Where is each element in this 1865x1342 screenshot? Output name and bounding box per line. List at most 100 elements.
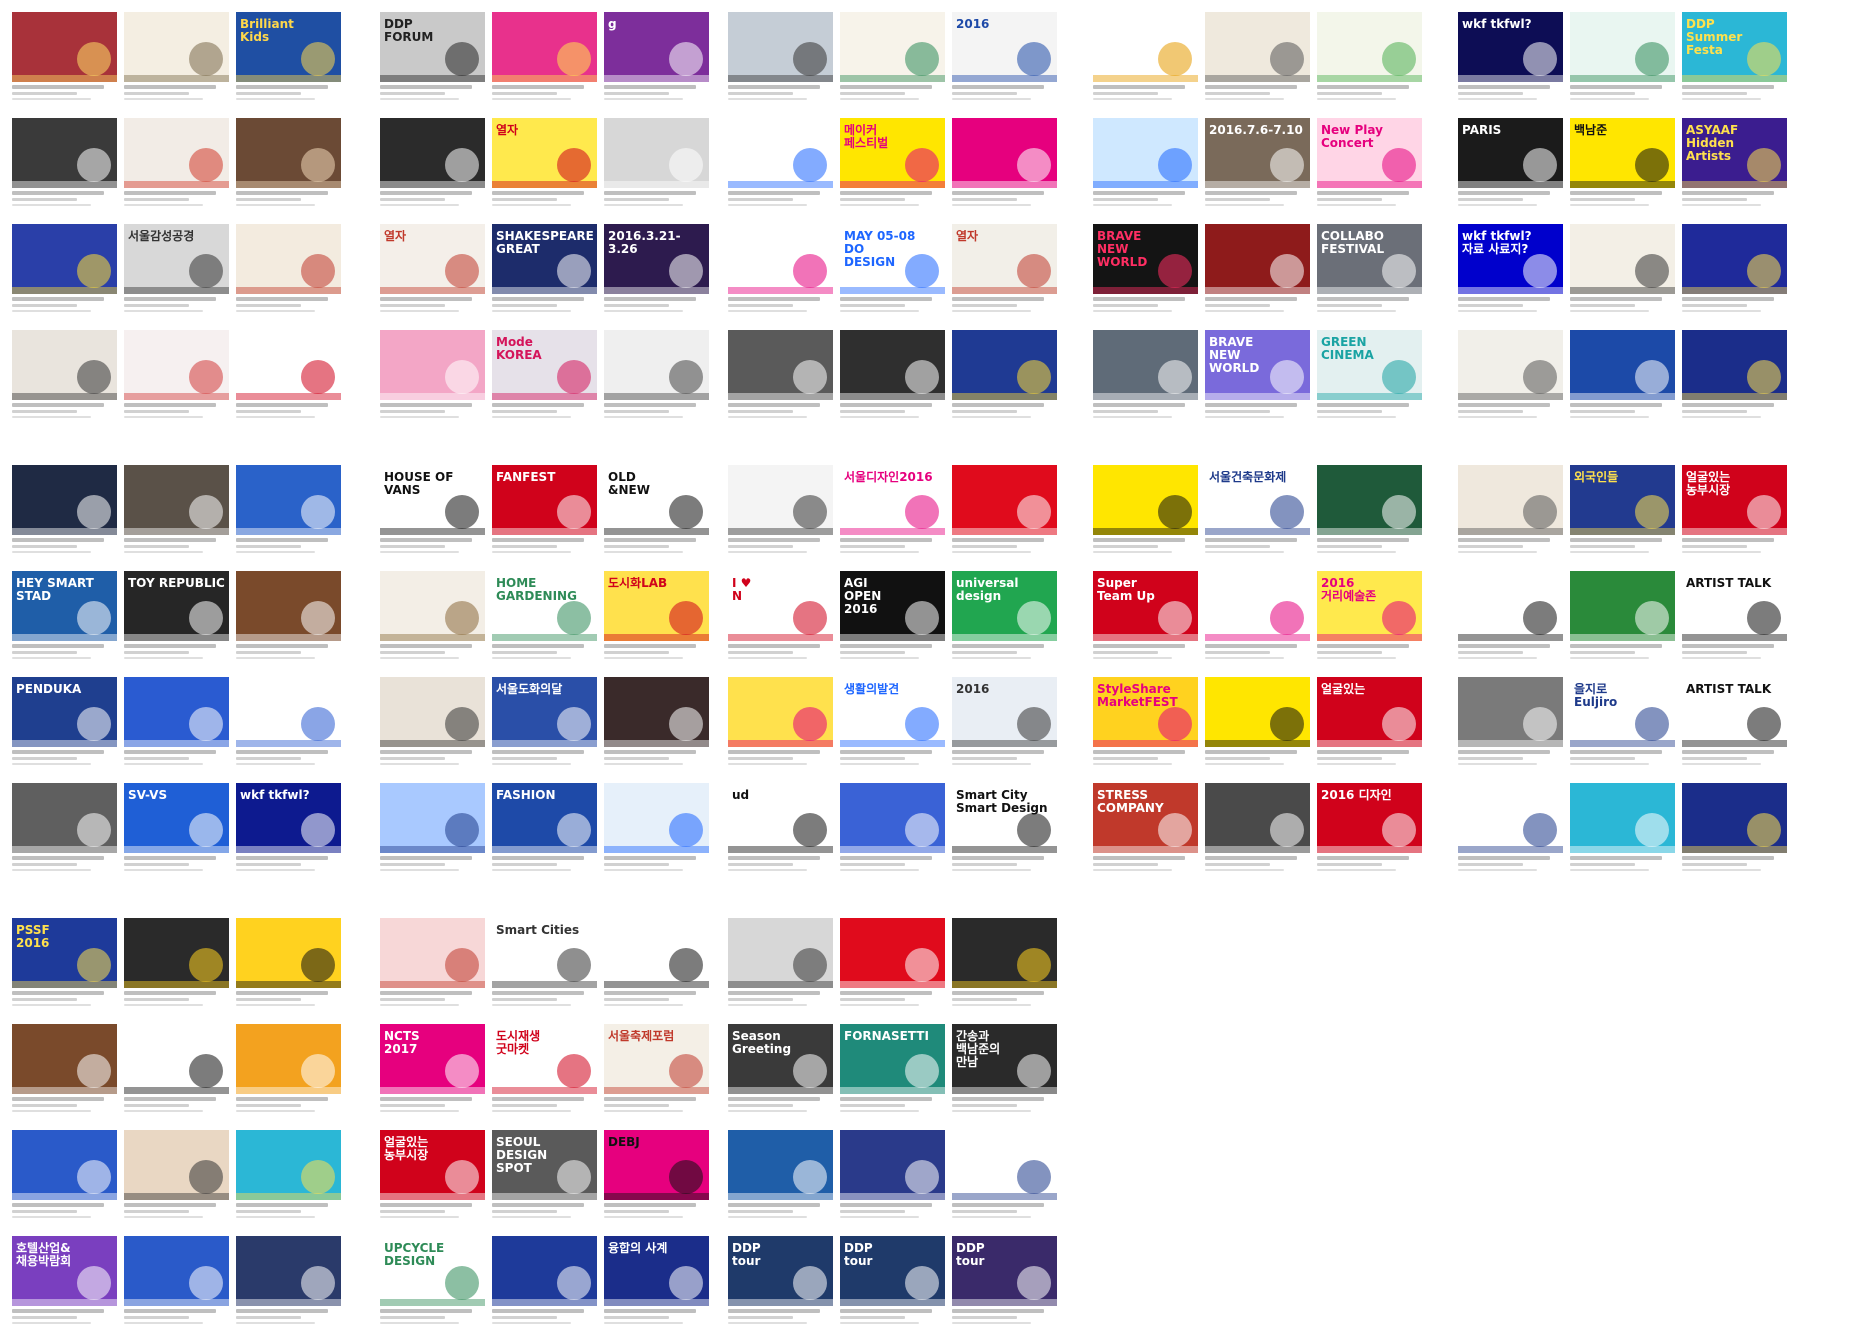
poster-image[interactable] — [124, 1130, 229, 1200]
poster-image[interactable]: 2016 디자인 — [1317, 783, 1422, 853]
poster-thumbnail[interactable]: HEY SMART STAD — [12, 571, 117, 677]
poster-image[interactable] — [728, 918, 833, 988]
poster-thumbnail[interactable] — [124, 677, 229, 783]
poster-thumbnail[interactable]: 얼굴있는 — [1317, 677, 1422, 783]
poster-image[interactable]: PSSF 2016 — [12, 918, 117, 988]
poster-image[interactable] — [840, 330, 945, 400]
poster-image[interactable] — [1570, 12, 1675, 82]
poster-image[interactable]: TOY REPUBLIC — [124, 571, 229, 641]
poster-thumbnail[interactable] — [728, 1130, 833, 1236]
poster-image[interactable] — [236, 1130, 341, 1200]
poster-image[interactable] — [952, 330, 1057, 400]
poster-image[interactable] — [12, 1130, 117, 1200]
poster-image[interactable] — [1205, 224, 1310, 294]
poster-image[interactable]: UPCYCLE DESIGN — [380, 1236, 485, 1306]
poster-thumbnail[interactable]: Smart Cities — [492, 918, 597, 1024]
poster-thumbnail[interactable]: 서울도화의달 — [492, 677, 597, 783]
poster-image[interactable] — [1570, 330, 1675, 400]
poster-thumbnail[interactable]: DEBJ — [604, 1130, 709, 1236]
poster-thumbnail[interactable] — [124, 12, 229, 118]
poster-thumbnail[interactable] — [840, 918, 945, 1024]
poster-thumbnail[interactable]: 2016 — [952, 12, 1057, 118]
poster-image[interactable] — [1205, 677, 1310, 747]
poster-image[interactable]: 간송과 백남준의 만남 — [952, 1024, 1057, 1094]
poster-image[interactable]: g — [604, 12, 709, 82]
poster-image[interactable] — [236, 571, 341, 641]
poster-thumbnail[interactable]: 메이커 페스티벌 — [840, 118, 945, 224]
poster-image[interactable] — [124, 1024, 229, 1094]
poster-image[interactable]: DDP FORUM — [380, 12, 485, 82]
poster-thumbnail[interactable]: 백남준 — [1570, 118, 1675, 224]
poster-image[interactable]: 외국인들 — [1570, 465, 1675, 535]
poster-thumbnail[interactable]: COLLABO FESTIVAL — [1317, 224, 1422, 330]
poster-image[interactable] — [124, 1236, 229, 1306]
poster-thumbnail[interactable]: Mode KOREA — [492, 330, 597, 436]
poster-image[interactable] — [12, 12, 117, 82]
poster-thumbnail[interactable] — [236, 330, 341, 436]
poster-thumbnail[interactable]: 얼굴있는 농부시장 — [1682, 465, 1787, 571]
poster-thumbnail[interactable] — [1317, 465, 1422, 571]
poster-thumbnail[interactable] — [12, 224, 117, 330]
poster-image[interactable] — [728, 12, 833, 82]
poster-thumbnail[interactable]: I ♥ N — [728, 571, 833, 677]
poster-image[interactable]: DEBJ — [604, 1130, 709, 1200]
poster-image[interactable] — [604, 783, 709, 853]
poster-thumbnail[interactable]: HOME GARDENING — [492, 571, 597, 677]
poster-image[interactable] — [124, 918, 229, 988]
poster-thumbnail[interactable]: OLD &NEW — [604, 465, 709, 571]
poster-thumbnail[interactable] — [236, 571, 341, 677]
poster-image[interactable] — [380, 118, 485, 188]
poster-thumbnail[interactable] — [12, 465, 117, 571]
poster-thumbnail[interactable]: Season Greeting — [728, 1024, 833, 1130]
poster-image[interactable] — [1682, 224, 1787, 294]
poster-image[interactable]: Smart Cities — [492, 918, 597, 988]
poster-image[interactable] — [492, 1236, 597, 1306]
poster-image[interactable] — [1570, 783, 1675, 853]
poster-thumbnail[interactable]: PARIS — [1458, 118, 1563, 224]
poster-image[interactable] — [124, 677, 229, 747]
poster-thumbnail[interactable] — [12, 118, 117, 224]
poster-thumbnail[interactable]: ud — [728, 783, 833, 889]
poster-thumbnail[interactable]: NCTS 2017 — [380, 1024, 485, 1130]
poster-thumbnail[interactable]: 을지로 Euljiro — [1570, 677, 1675, 783]
poster-thumbnail[interactable] — [492, 1236, 597, 1342]
poster-image[interactable] — [728, 677, 833, 747]
poster-thumbnail[interactable] — [728, 918, 833, 1024]
poster-thumbnail[interactable] — [1570, 330, 1675, 436]
poster-image[interactable]: wkf tkfwl? — [236, 783, 341, 853]
poster-image[interactable]: 얼굴있는 — [1317, 677, 1422, 747]
poster-thumbnail[interactable] — [952, 918, 1057, 1024]
poster-thumbnail[interactable] — [1093, 118, 1198, 224]
poster-thumbnail[interactable] — [124, 1236, 229, 1342]
poster-image[interactable]: 얼굴있는 농부시장 — [1682, 465, 1787, 535]
poster-image[interactable] — [12, 1024, 117, 1094]
poster-image[interactable] — [124, 465, 229, 535]
poster-image[interactable]: BRAVE NEW WORLD — [1205, 330, 1310, 400]
poster-thumbnail[interactable]: DDP FORUM — [380, 12, 485, 118]
poster-image[interactable]: ud — [728, 783, 833, 853]
poster-thumbnail[interactable]: 2016.3.21-3.26 — [604, 224, 709, 330]
poster-image[interactable] — [1458, 330, 1563, 400]
poster-image[interactable]: wkf tkfwl? 자료 사료지? — [1458, 224, 1563, 294]
poster-thumbnail[interactable] — [1205, 12, 1310, 118]
poster-thumbnail[interactable] — [380, 677, 485, 783]
poster-thumbnail[interactable] — [1317, 12, 1422, 118]
poster-thumbnail[interactable]: SHAKESPEARE GREAT — [492, 224, 597, 330]
poster-image[interactable] — [728, 224, 833, 294]
poster-image[interactable]: PARIS — [1458, 118, 1563, 188]
poster-image[interactable]: 서울축제포럼 — [604, 1024, 709, 1094]
poster-image[interactable]: New Play Concert — [1317, 118, 1422, 188]
poster-thumbnail[interactable]: 서울감성공경 — [124, 224, 229, 330]
poster-thumbnail[interactable] — [840, 12, 945, 118]
poster-thumbnail[interactable] — [380, 571, 485, 677]
poster-thumbnail[interactable]: 2016 디자인 — [1317, 783, 1422, 889]
poster-thumbnail[interactable] — [1093, 465, 1198, 571]
poster-image[interactable] — [604, 677, 709, 747]
poster-image[interactable] — [1093, 465, 1198, 535]
poster-image[interactable]: ARTIST TALK — [1682, 677, 1787, 747]
poster-thumbnail[interactable] — [1570, 224, 1675, 330]
poster-image[interactable]: 2016 — [952, 12, 1057, 82]
poster-image[interactable]: SV-VS — [124, 783, 229, 853]
poster-thumbnail[interactable] — [124, 118, 229, 224]
poster-thumbnail[interactable]: BRAVE NEW WORLD — [1093, 224, 1198, 330]
